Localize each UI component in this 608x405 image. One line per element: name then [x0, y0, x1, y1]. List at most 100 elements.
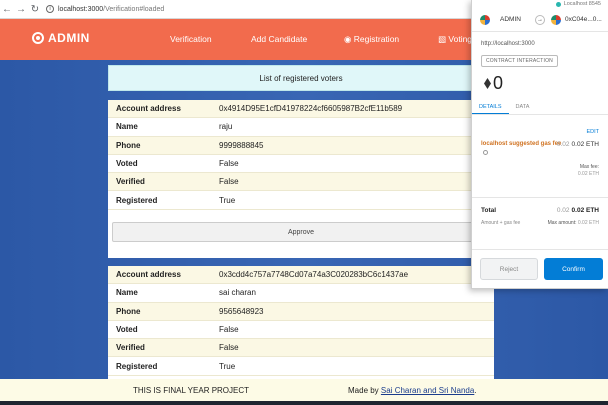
account-header: ADMIN → 0xC04e...0... [472, 8, 608, 32]
network-status-icon [555, 1, 561, 7]
row-name: Name raju [108, 118, 494, 137]
transaction-amount: 0 [484, 73, 503, 94]
total-secondary: 0.02 [556, 207, 570, 214]
footer-made-by: Made by [348, 385, 379, 395]
divider [472, 197, 608, 198]
nav-registration-label: Registration [353, 34, 400, 44]
total-primary: 0.02 ETH [571, 207, 599, 214]
arrow-right-icon: → [534, 14, 545, 25]
row-account-address: Account address 0x4914D95E1cfD41978224cf… [108, 100, 494, 119]
footer: THIS IS FINAL YEAR PROJECT Made by Sai C… [0, 379, 608, 401]
voter-card: Account address 0x4914D95E1cfD41978224cf… [108, 100, 494, 258]
total-label: Total [481, 207, 497, 214]
brand[interactable]: ADMIN [32, 31, 90, 45]
arrow-right-icon[interactable]: → [14, 2, 28, 16]
label-account-address: Account address [116, 270, 181, 280]
value-phone: 9999888845 [219, 140, 264, 150]
confirm-button[interactable]: Confirm [544, 258, 603, 280]
max-amount: Max amount: 0.02 ETH [548, 220, 599, 226]
gas-fee-label: localhost suggested gas fee [481, 141, 562, 147]
row-verified: Verified False [108, 339, 494, 358]
request-origin: http://localhost:3000 [481, 41, 535, 47]
address-bar[interactable]: i localhost:3000/Verification#loaded [46, 5, 164, 13]
reject-button[interactable]: Reject [480, 258, 538, 280]
footer-period: . [474, 385, 477, 395]
label-name: Name [116, 122, 138, 132]
tab-bar: DETAILS DATA [472, 100, 608, 115]
brand-label: ADMIN [48, 31, 90, 45]
approve-button[interactable]: Approve [112, 222, 490, 242]
row-phone: Phone 9999888845 [108, 136, 494, 155]
value-name: sai charan [219, 288, 256, 298]
max-amount-value: 0.02 ETH [577, 220, 599, 226]
url-path: /Verification#loaded [103, 5, 165, 13]
nav-voting[interactable]: ▧ Voting [438, 34, 472, 45]
value-phone: 9565648923 [219, 306, 264, 316]
value-registered: True [219, 361, 236, 371]
row-voted: Voted False [108, 321, 494, 340]
label-voted: Voted [116, 159, 138, 169]
divider [472, 249, 608, 250]
gas-fee-secondary: 0.02 [556, 141, 570, 148]
edit-gas-link[interactable]: EDIT [586, 129, 599, 135]
value-name: raju [219, 122, 233, 132]
contract-interaction-badge: CONTRACT INTERACTION [481, 55, 558, 67]
network-label: Localhost 8545 [563, 1, 601, 7]
to-account-avatar [550, 14, 561, 25]
os-taskbar [0, 401, 608, 405]
from-account-avatar [480, 14, 490, 25]
reload-icon[interactable]: ↻ [28, 2, 42, 16]
row-phone: Phone 9565648923 [108, 302, 494, 321]
max-amount-label: Max amount: [547, 220, 577, 226]
brand-logo-icon [32, 32, 44, 44]
row-voted: Voted False [108, 155, 494, 174]
value-voted: False [219, 159, 239, 169]
max-fee-label: Max fee: [579, 164, 599, 170]
footer-credits: Made by Sai Charan and Sri Nanda. [348, 386, 477, 395]
value-voted: False [219, 325, 239, 335]
network-indicator[interactable]: Localhost 8545 [472, 0, 608, 8]
gas-fee-value: 0.02 0.02 ETH [557, 141, 599, 148]
max-fee: Max fee: 0.02 ETH [578, 164, 599, 178]
total-value: 0.02 0.02 ETH [557, 207, 599, 214]
nav-verification[interactable]: Verification [170, 34, 212, 44]
metamask-popup: Localhost 8545 ADMIN → 0xC04e...0... htt… [471, 0, 608, 289]
label-registered: Registered [116, 195, 158, 205]
row-registered: Registered True [108, 191, 494, 210]
amount-value: 0 [493, 73, 504, 93]
row-account-address: Account address 0x3cdd4c757a7748Cd07a74a… [108, 266, 494, 285]
value-registered: True [219, 195, 236, 205]
gas-fee-primary: 0.02 ETH [571, 141, 599, 148]
registration-icon: ◉ [344, 34, 352, 44]
row-verified: Verified False [108, 173, 494, 192]
row-registered: Registered True [108, 357, 494, 376]
voter-card: Account address 0x3cdd4c757a7748Cd07a74a… [108, 266, 494, 379]
value-verified: False [219, 177, 239, 187]
footer-authors-link[interactable]: Sai Charan and Sri Nanda [381, 386, 474, 395]
max-fee-value: 0.02 ETH [577, 171, 599, 177]
nav-add-candidate[interactable]: Add Candidate [251, 34, 307, 44]
label-registered: Registered [116, 361, 158, 371]
label-name: Name [116, 288, 138, 298]
value-account-address: 0x3cdd4c757a7748Cd07a74a3C020283bC6c1437… [219, 270, 409, 280]
label-phone: Phone [116, 306, 141, 316]
value-account-address: 0x4914D95E1cfD41978224cf6605987B2cfE11b5… [219, 104, 403, 114]
to-account-address[interactable]: 0xC04e...0... [565, 16, 602, 23]
page-title: List of registered voters [108, 65, 494, 91]
tab-data[interactable]: DATA [509, 100, 537, 114]
site-info-icon[interactable]: i [46, 5, 54, 13]
amount-gas-label: Amount + gas fee [481, 220, 521, 226]
label-voted: Voted [116, 325, 138, 335]
arrow-left-icon[interactable]: ← [0, 2, 14, 16]
voting-icon: ▧ [438, 34, 447, 44]
label-verified: Verified [116, 343, 145, 353]
label-verified: Verified [116, 177, 145, 187]
info-icon[interactable] [483, 150, 488, 155]
url-host: localhost:3000 [58, 5, 104, 13]
footer-project-text: THIS IS FINAL YEAR PROJECT [133, 385, 250, 395]
nav-registration[interactable]: ◉ Registration [344, 34, 399, 45]
label-phone: Phone [116, 140, 141, 150]
nav-voting-label: Voting [448, 34, 473, 44]
tab-details[interactable]: DETAILS [472, 100, 509, 114]
from-account-name[interactable]: ADMIN [500, 16, 521, 23]
